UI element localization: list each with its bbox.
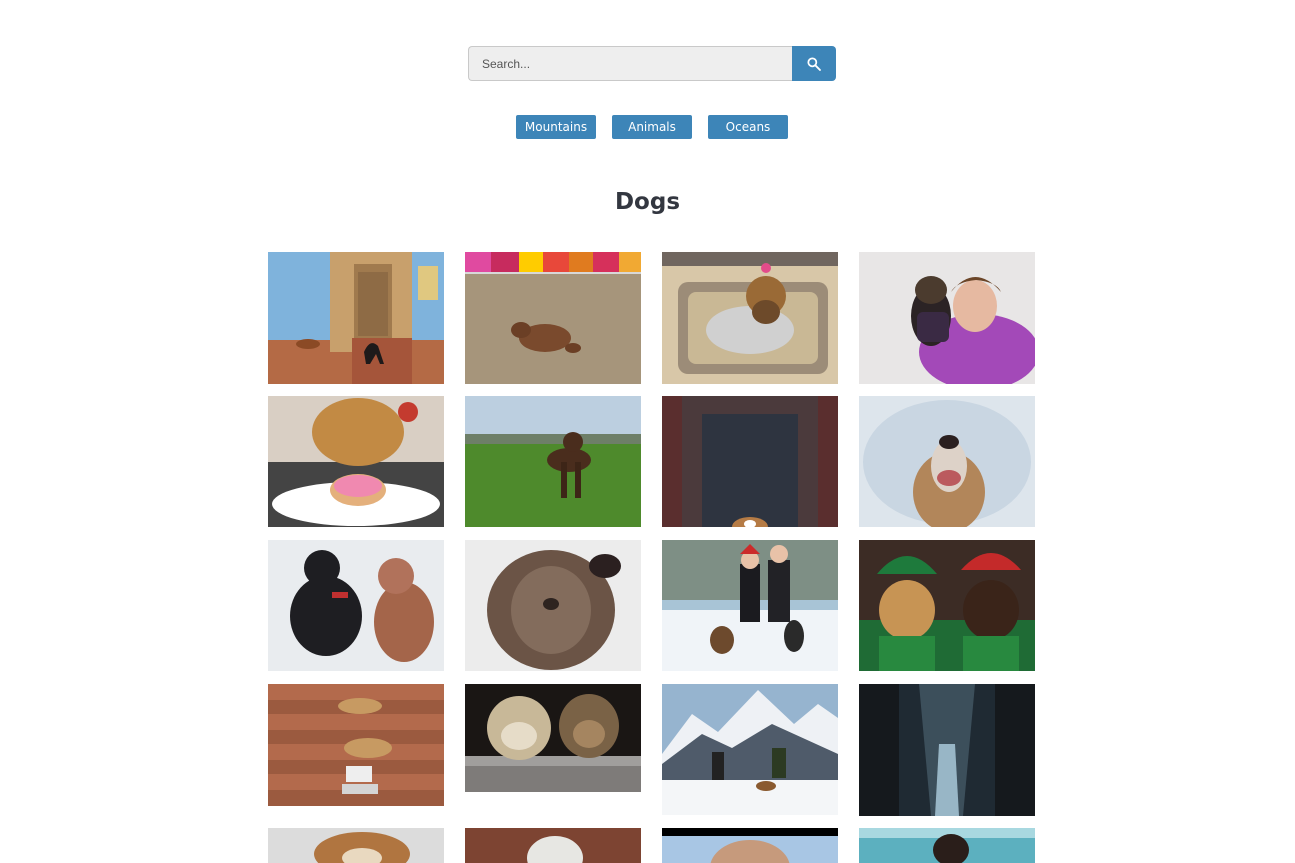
photo-tile[interactable] xyxy=(465,828,641,863)
dog-photo xyxy=(465,396,641,527)
photo-tile[interactable] xyxy=(662,540,838,671)
dog-photo xyxy=(268,684,444,806)
oceans-button[interactable]: Oceans xyxy=(708,115,788,139)
dog-photo xyxy=(662,540,838,671)
dog-photo xyxy=(268,396,444,527)
photo-tile[interactable] xyxy=(268,540,444,671)
dog-photo xyxy=(268,540,444,671)
dog-photo xyxy=(859,252,1035,384)
category-buttons: Mountains Animals Oceans xyxy=(516,115,788,139)
photo-tile[interactable] xyxy=(859,396,1035,527)
photo-tile[interactable] xyxy=(859,540,1035,671)
photo-tile[interactable] xyxy=(859,684,1035,816)
photo-tile[interactable] xyxy=(662,828,838,863)
photo-tile[interactable] xyxy=(859,828,1035,863)
animals-button[interactable]: Animals xyxy=(612,115,692,139)
photo-tile[interactable] xyxy=(465,684,641,792)
dog-photo xyxy=(859,396,1035,527)
dog-photo xyxy=(662,396,838,527)
photo-tile[interactable] xyxy=(268,828,444,863)
dog-photo xyxy=(662,828,838,863)
dog-photo xyxy=(268,828,444,863)
search-icon xyxy=(807,56,821,71)
photo-tile[interactable] xyxy=(662,684,838,815)
dog-photo xyxy=(268,252,444,384)
photo-tile[interactable] xyxy=(268,684,444,806)
dog-photo xyxy=(859,828,1035,863)
image-gallery-page: Mountains Animals Oceans Dogs xyxy=(0,0,1295,863)
photo-tile[interactable] xyxy=(465,252,641,384)
dog-photo xyxy=(465,252,641,384)
gallery-title: Dogs xyxy=(614,189,681,215)
dog-photo xyxy=(662,684,838,815)
photo-tile[interactable] xyxy=(465,396,641,527)
photo-tile[interactable] xyxy=(268,252,444,384)
search-button[interactable] xyxy=(792,46,836,81)
dog-photo xyxy=(465,540,641,671)
dog-photo xyxy=(859,540,1035,671)
mountains-button[interactable]: Mountains xyxy=(516,115,596,139)
photo-tile[interactable] xyxy=(662,396,838,527)
search-form xyxy=(468,46,836,81)
photo-tile[interactable] xyxy=(268,396,444,527)
photo-tile[interactable] xyxy=(859,252,1035,384)
photo-tile[interactable] xyxy=(465,540,641,671)
dog-photo xyxy=(465,684,641,792)
search-input[interactable] xyxy=(468,46,793,81)
dog-photo xyxy=(465,828,641,863)
dog-photo xyxy=(859,684,1035,816)
photo-tile[interactable] xyxy=(662,252,838,384)
dog-photo xyxy=(662,252,838,384)
